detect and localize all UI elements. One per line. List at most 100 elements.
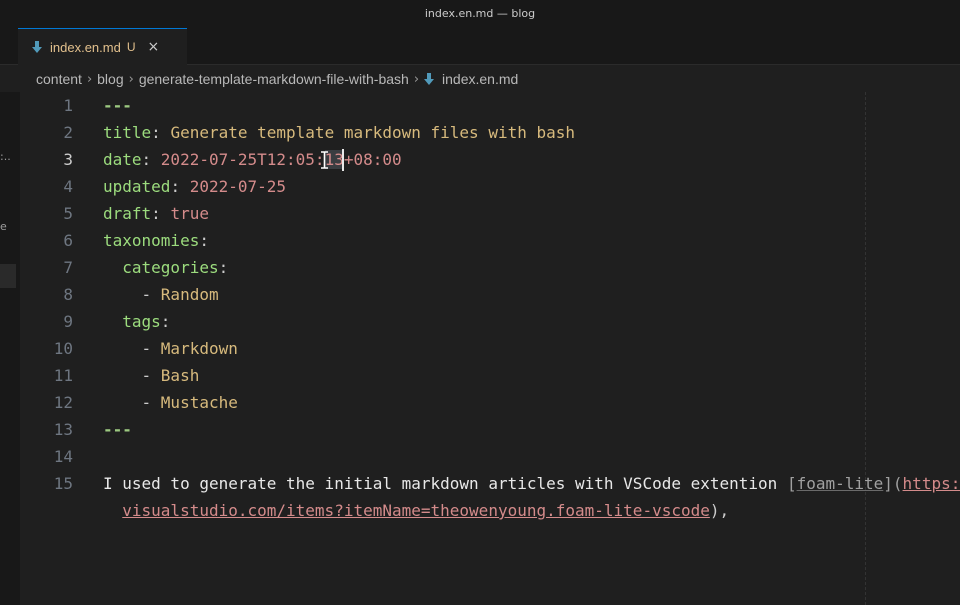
line-number: 14: [53, 447, 73, 466]
line-content: - Bash: [103, 362, 200, 389]
line-number: 6: [63, 231, 73, 250]
code-line[interactable]: 10 - Markdown: [20, 335, 960, 362]
code-token: :: [199, 231, 209, 250]
line-content: draft: true: [103, 200, 209, 227]
line-number: 8: [63, 285, 73, 304]
code-line[interactable]: 11 - Bash: [20, 362, 960, 389]
line-number: 10: [53, 339, 73, 358]
code-line[interactable]: 5 draft: true: [20, 200, 960, 227]
line-number: 15: [53, 474, 73, 493]
code-token: :: [151, 123, 171, 142]
code-line[interactable]: 15 I used to generate the initial markdow…: [20, 470, 960, 497]
code-token: 2022-07-25: [189, 177, 287, 196]
code-token: -: [103, 339, 161, 358]
code-token: foam-lite: [796, 474, 884, 493]
code-token: date: [103, 150, 142, 169]
line-content: - Markdown: [103, 335, 238, 362]
line-number: 5: [63, 204, 73, 223]
line-content: date: 2022-07-25T12:05:13+08:00: [103, 146, 402, 173]
breadcrumb-item-file[interactable]: index.en.md: [442, 71, 518, 87]
code-token: :: [160, 312, 171, 331]
code-token: +08:00: [343, 150, 402, 169]
breadcrumb: content › blog › generate-template-markd…: [36, 66, 518, 92]
line-content: updated: 2022-07-25: [103, 173, 286, 200]
code-line[interactable]: 12 - Mustache: [20, 389, 960, 416]
code-line[interactable]: 4 updated: 2022-07-25: [20, 173, 960, 200]
markdown-file-icon: [424, 72, 435, 86]
side-glyph: e: [0, 220, 7, 233]
line-number: 9: [63, 312, 73, 331]
code-line[interactable]: 3 date: 2022-07-25T12:05:13+08:00: [20, 146, 960, 173]
code-token: categories: [122, 258, 219, 277]
code-token: :: [218, 258, 229, 277]
line-number: 12: [53, 393, 73, 412]
code-token: -: [103, 393, 161, 412]
line-content: - Mustache: [103, 389, 238, 416]
breadcrumb-item-content[interactable]: content: [36, 71, 82, 87]
line-content: visualstudio.com/items?itemName=theoweny…: [103, 497, 729, 524]
side-panel-edge: :.. e: [0, 92, 20, 605]
code-line[interactable]: 6 taxonomies:: [20, 227, 960, 254]
code-token: Mustache: [160, 393, 238, 412]
line-number: 1: [63, 96, 73, 115]
code-token: https:/: [902, 474, 960, 493]
markdown-file-icon: [32, 40, 42, 54]
line-number: 4: [63, 177, 73, 196]
tab-label: index.en.md: [50, 39, 121, 55]
code-editor[interactable]: 1 --- 2 title: Generate template markdown f…: [20, 92, 960, 605]
side-glyph: :..: [0, 150, 11, 163]
code-token: taxonomies: [103, 231, 200, 250]
code-line[interactable]: 9 tags:: [20, 308, 960, 335]
tab-index-en-md[interactable]: index.en.md U ×: [18, 28, 187, 65]
line-content: tags:: [103, 308, 170, 335]
code-token: ),: [709, 501, 730, 520]
line-content: - Random: [103, 281, 219, 308]
code-token: I used to generate the initial markdown …: [103, 474, 787, 493]
code-token: [: [786, 474, 797, 493]
code-line[interactable]: visualstudio.com/items?itemName=theoweny…: [20, 497, 960, 524]
code-token: -: [103, 285, 161, 304]
close-icon[interactable]: ×: [148, 39, 160, 55]
code-token: Bash: [160, 366, 200, 385]
ibeam-cursor-icon: [320, 150, 329, 169]
window-title: index.en.md — blog: [424, 7, 536, 20]
code-line[interactable]: 2 title: Generate template markdown files…: [20, 119, 960, 146]
line-content: title: Generate template markdown files …: [103, 119, 575, 146]
code-line[interactable]: 14: [20, 443, 960, 470]
code-line[interactable]: 8 - Random: [20, 281, 960, 308]
tab-bar: index.en.md U ×: [0, 28, 960, 65]
code-line[interactable]: 13 ---: [20, 416, 960, 443]
code-token: true: [170, 204, 209, 223]
chevron-right-icon: ›: [128, 71, 134, 87]
code-line[interactable]: 7 categories:: [20, 254, 960, 281]
code-line[interactable]: 1 ---: [20, 92, 960, 119]
chevron-right-icon: ›: [86, 71, 93, 87]
code-token: Random: [160, 285, 219, 304]
title-bar: index.en.md — blog: [0, 0, 960, 28]
code-token: updated: [103, 177, 171, 196]
line-number: 2: [63, 123, 73, 142]
line-number: 7: [63, 258, 73, 277]
line-number: 13: [53, 420, 73, 439]
breadcrumb-item-blog[interactable]: blog: [97, 71, 123, 87]
code-token: ---: [103, 96, 132, 115]
text-cursor: [342, 149, 344, 171]
code-token: Generate template markdown files with ba…: [170, 123, 576, 142]
code-token: tags: [122, 312, 161, 331]
breadcrumb-item-folder[interactable]: generate-template-markdown-file-with-bas…: [139, 71, 409, 87]
line-content: ---: [103, 416, 132, 443]
line-content: ---: [103, 92, 132, 119]
code-token: ](: [883, 474, 903, 493]
code-token: -: [103, 366, 161, 385]
line-content: categories:: [103, 254, 228, 281]
chevron-right-icon: ›: [413, 71, 420, 87]
line-content: taxonomies:: [103, 227, 209, 254]
code-token: :: [141, 150, 161, 169]
line-content: I used to generate the initial markdown …: [103, 470, 960, 497]
code-token: ---: [103, 420, 132, 439]
line-number: 3: [63, 150, 73, 169]
code-token: :: [151, 204, 171, 223]
code-token: draft: [103, 204, 152, 223]
